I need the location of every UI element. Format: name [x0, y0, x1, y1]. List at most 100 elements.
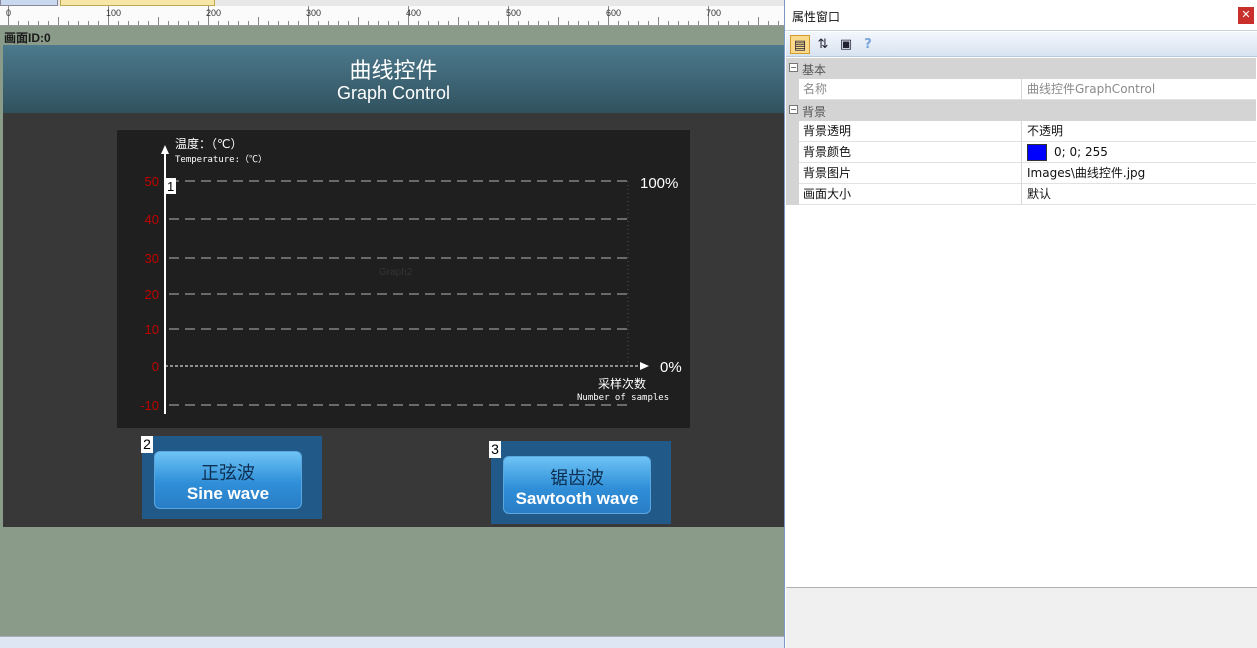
property-value[interactable]: 曲线控件GraphControl: [1022, 79, 1256, 100]
right-bottom-label: 0%: [660, 359, 682, 376]
ruler-label: 300: [306, 8, 322, 18]
ruler-tick: [728, 21, 729, 25]
property-row-name[interactable]: 名称 曲线控件GraphControl: [786, 79, 1256, 100]
ruler-tick: [98, 21, 99, 25]
help-icon[interactable]: ?: [858, 35, 878, 54]
ruler-tick: [648, 21, 649, 25]
ruler-tick: [88, 21, 89, 25]
sort-az-icon[interactable]: ⇅: [813, 35, 833, 54]
collapse-icon[interactable]: −: [789, 63, 798, 72]
ruler-tick: [178, 21, 179, 25]
ruler-tick: [518, 21, 519, 25]
x-axis-title-cn: 采样次数: [598, 376, 646, 391]
category-label: 背景: [802, 105, 827, 119]
ruler-tick: [768, 21, 769, 25]
category-basic[interactable]: − 基本: [786, 58, 1256, 79]
ruler-tick: [128, 21, 129, 25]
y-tick-label: 0: [152, 359, 159, 374]
ruler-tick: [38, 21, 39, 25]
ruler-label: 100: [106, 8, 122, 18]
row-gutter: [786, 121, 799, 142]
row-gutter: [786, 79, 799, 100]
graph-id-badge: 1: [167, 179, 174, 194]
ruler-label: 400: [406, 8, 422, 18]
property-value[interactable]: 默认: [1022, 184, 1256, 205]
screen-title-cn: 曲线控件: [349, 59, 438, 84]
row-gutter: [786, 184, 799, 205]
ruler-tick: [248, 21, 249, 25]
ruler-tick: [78, 21, 79, 25]
graph-control[interactable]: 温度：（℃） Temperature:（℃） 采样次数 Number of sa…: [117, 129, 690, 428]
property-row-bg-transparent[interactable]: 背景透明 不透明: [786, 121, 1256, 142]
ruler-tick: [18, 21, 19, 25]
property-window-titlebar[interactable]: 属性窗口 ✕: [785, 0, 1257, 31]
property-pages-icon[interactable]: ▣: [836, 35, 856, 54]
ruler-label: 0: [6, 8, 12, 18]
close-icon[interactable]: ✕: [1238, 7, 1254, 24]
categorized-icon[interactable]: ▤: [790, 35, 810, 54]
screen-id-label: 画面ID:0: [4, 31, 51, 45]
ruler-tick: [28, 21, 29, 25]
collapse-icon[interactable]: −: [789, 105, 798, 114]
ruler-tick: [538, 21, 539, 25]
ruler-tick: [368, 21, 369, 25]
sine-wave-button[interactable]: 正弦波 Sine wave: [154, 451, 302, 509]
hmi-screen-canvas[interactable]: 曲线控件 Graph Control 温度：（℃） Temperature:（℃…: [3, 45, 784, 527]
ruler-tick: [388, 21, 389, 25]
ruler-tick: [718, 21, 719, 25]
ruler-tick: [338, 21, 339, 25]
property-toolbar: ▤ ⇅ ▣ ?: [786, 32, 1257, 57]
property-value-color[interactable]: 0; 0; 255: [1022, 142, 1256, 163]
property-row-bg-color[interactable]: 背景颜色 0; 0; 255: [786, 142, 1256, 163]
ruler-tick: [478, 21, 479, 25]
right-top-label: 100%: [640, 175, 678, 192]
y-axis-title-en: Temperature:（℃）: [175, 154, 267, 165]
ruler-tick: [158, 17, 159, 25]
ruler-tick: [358, 17, 359, 25]
ruler-tick: [658, 17, 659, 25]
property-row-screen-size[interactable]: 画面大小 默认: [786, 184, 1256, 205]
sawtooth-wave-button[interactable]: 锯齿波 Sawtooth wave: [503, 456, 651, 514]
sawtooth-wave-label-cn: 锯齿波: [550, 468, 604, 489]
property-value[interactable]: Images\曲线控件.jpg: [1022, 163, 1256, 184]
ruler-tick: [498, 21, 499, 25]
ruler-tick: [448, 21, 449, 25]
row-gutter: [786, 163, 799, 184]
y-tick-label: 50: [145, 174, 159, 189]
category-background[interactable]: − 背景: [786, 100, 1256, 121]
ruler-tick: [168, 21, 169, 25]
property-row-bg-image[interactable]: 背景图片 Images\曲线控件.jpg: [786, 163, 1256, 184]
ruler-tick: [48, 21, 49, 25]
ruler-tick: [438, 21, 439, 25]
ruler-tick: [328, 21, 329, 25]
ruler-label: 500: [506, 8, 522, 18]
ruler-tick: [198, 21, 199, 25]
ruler-tick: [568, 21, 569, 25]
ruler-tick: [118, 21, 119, 25]
ruler-label: 200: [206, 8, 222, 18]
ruler-tick: [738, 21, 739, 25]
ruler-tick: [488, 21, 489, 25]
y-axis-arrow-icon: [161, 145, 169, 154]
ruler-tick: [628, 21, 629, 25]
ruler-tick: [188, 21, 189, 25]
y-tick-label: 20: [145, 287, 159, 302]
ruler-tick: [398, 21, 399, 25]
ruler-tick: [68, 21, 69, 25]
y-tick-label: -10: [140, 398, 159, 413]
color-swatch[interactable]: [1027, 144, 1047, 161]
property-value[interactable]: 不透明: [1022, 121, 1256, 142]
y-axis-title-cn: 温度：（℃）: [175, 136, 242, 151]
y-tick-label: 30: [145, 251, 159, 266]
ruler-tick: [428, 21, 429, 25]
property-name: 名称: [799, 79, 1022, 100]
canvas-bottom-scrollbar[interactable]: [0, 636, 784, 648]
ruler-tick: [418, 21, 419, 25]
category-label: 基本: [802, 63, 827, 77]
ruler-tick: [678, 21, 679, 25]
ruler-tick: [758, 17, 759, 25]
ruler-tick: [138, 21, 139, 25]
sine-wave-button-frame: 2 正弦波 Sine wave: [141, 436, 322, 519]
ruler-tick: [598, 21, 599, 25]
row-gutter: [786, 142, 799, 163]
